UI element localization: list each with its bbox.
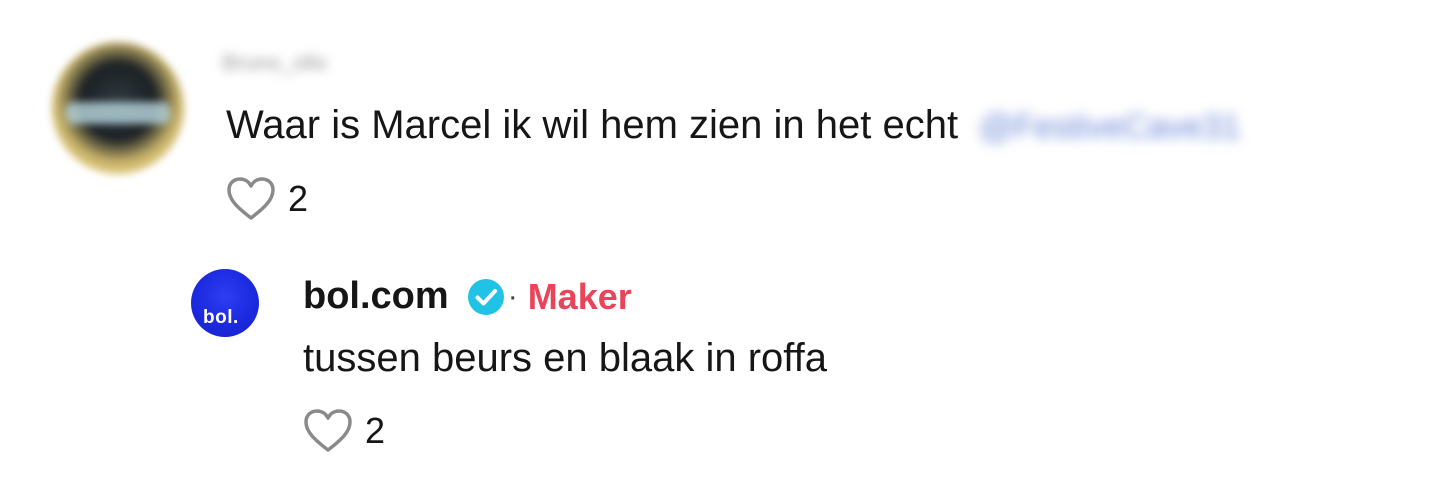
reply-like-count: 2 bbox=[365, 410, 386, 451]
comment-text: Waar is Marcel ik wil hem zien in het ec… bbox=[226, 101, 1241, 151]
avatar-detail bbox=[66, 102, 170, 124]
comment-like-count: 2 bbox=[288, 178, 309, 219]
comment-like-button[interactable]: 2 bbox=[226, 176, 308, 222]
header-separator: · bbox=[507, 279, 518, 313]
reply-like-button[interactable]: 2 bbox=[303, 408, 385, 454]
reply-text: tussen beurs en blaak in roffa bbox=[303, 336, 828, 380]
comment-body: Waar is Marcel ik wil hem zien in het ec… bbox=[226, 103, 959, 147]
bol-logo: bol. bbox=[203, 307, 239, 328]
reply-username[interactable]: bol.com bbox=[303, 275, 449, 318]
commenter-avatar[interactable] bbox=[52, 42, 184, 174]
heart-icon[interactable] bbox=[226, 176, 276, 222]
reply-avatar[interactable]: bol. bbox=[191, 269, 259, 337]
commenter-username[interactable]: Bruno_ollo bbox=[222, 50, 327, 76]
comment-mention[interactable]: @FestiveCave31 bbox=[979, 103, 1240, 151]
reply-header: bol.com · Maker bbox=[303, 275, 632, 318]
heart-icon[interactable] bbox=[303, 408, 353, 454]
verified-badge-icon bbox=[467, 278, 504, 315]
maker-badge: Maker bbox=[527, 275, 632, 317]
